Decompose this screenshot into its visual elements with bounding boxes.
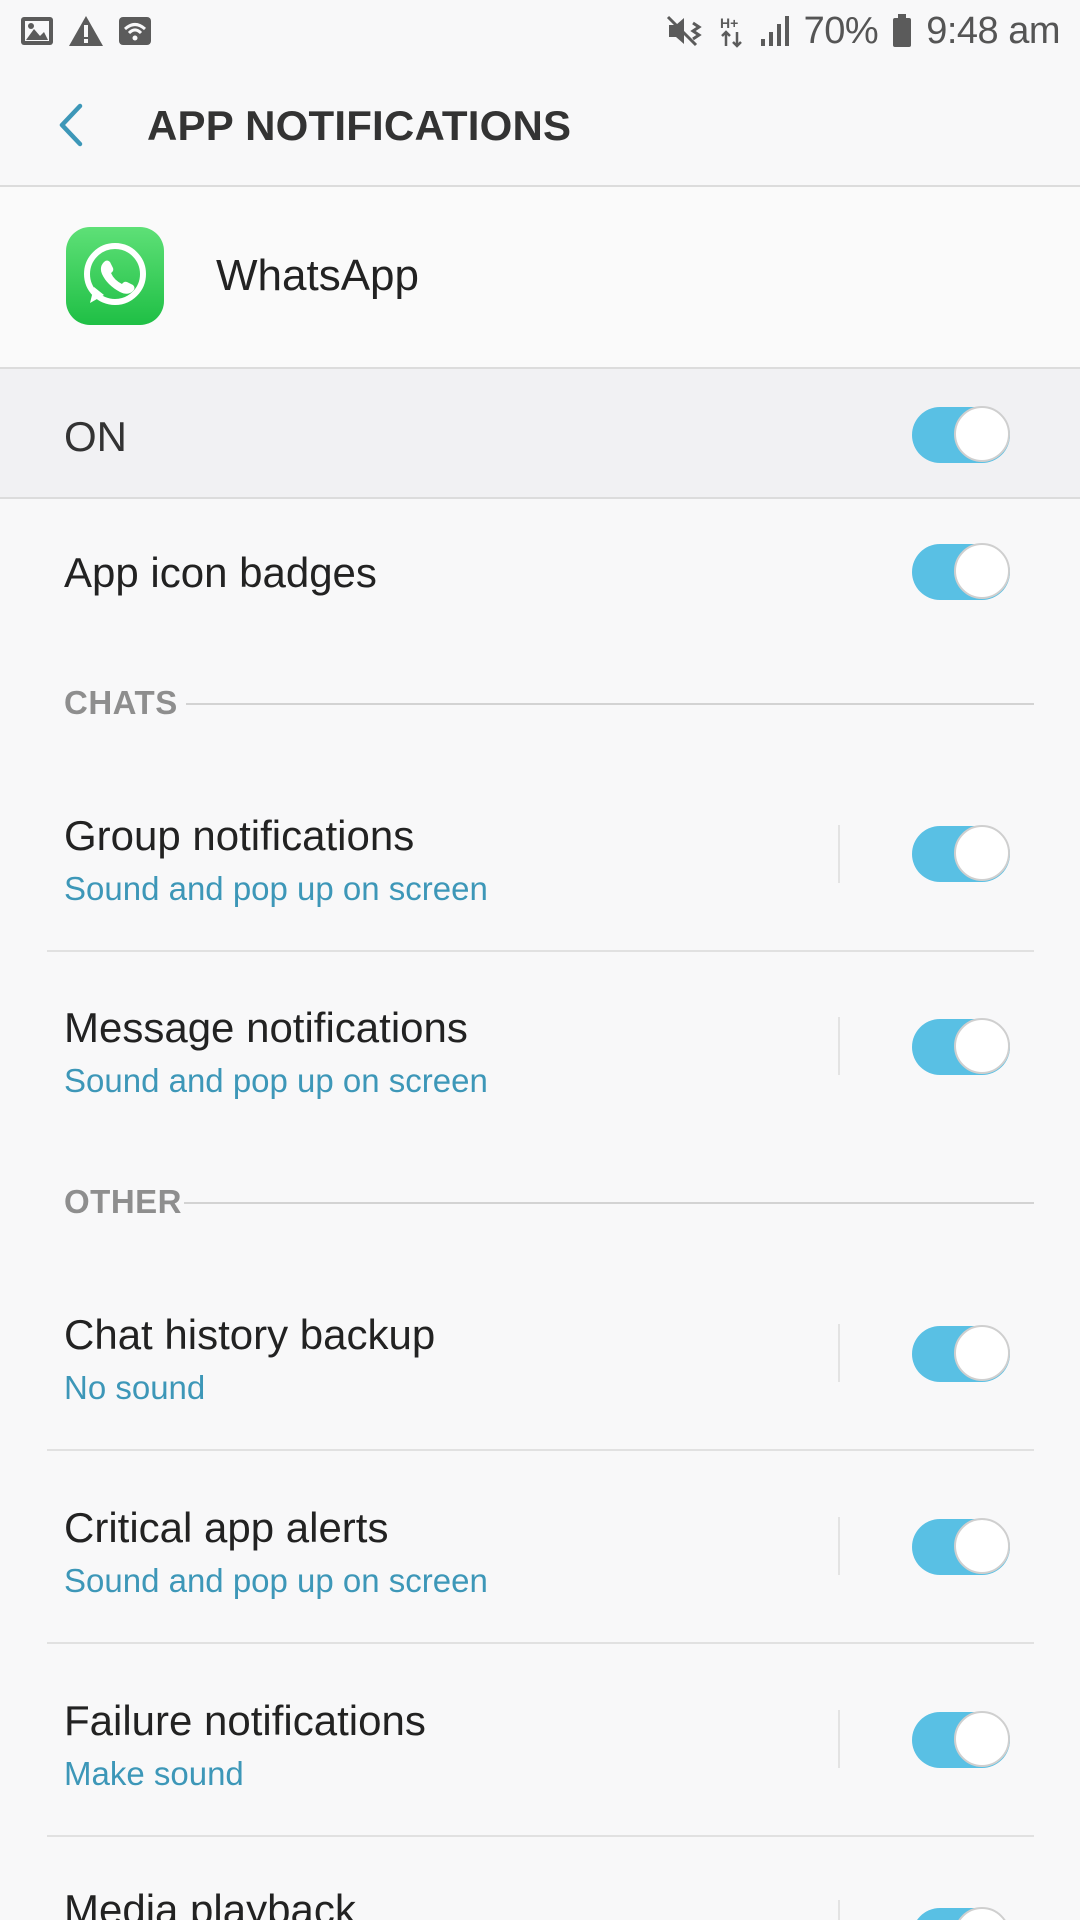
battery-percent: 70% (803, 9, 879, 52)
toggle-knob (954, 406, 1010, 462)
row-divider (47, 950, 1034, 952)
chat-history-backup-toggle[interactable] (912, 1325, 1010, 1382)
item-subtitle: Make sound (64, 1755, 244, 1792)
whatsapp-logo-icon (66, 227, 164, 325)
item-subtitle: Sound and pop up on screen (64, 1062, 488, 1099)
warning-icon (68, 15, 104, 47)
item-title: Message notifications (64, 1004, 468, 1051)
toggle-knob (954, 1018, 1010, 1074)
signal-icon (760, 15, 790, 47)
list-item-chat-history-backup[interactable]: Chat history backup No sound (0, 1279, 1080, 1449)
master-toggle-switch[interactable] (912, 406, 1010, 463)
item-subtitle: No sound (64, 1369, 206, 1406)
row-divider (47, 1835, 1034, 1837)
app-icon-badges-row[interactable]: App icon badges (0, 499, 1080, 629)
row-divider (47, 1642, 1034, 1644)
wifi-icon (118, 15, 152, 47)
app-icon-badges-label: App icon badges (64, 549, 377, 596)
list-item-critical-app-alerts[interactable]: Critical app alerts Sound and pop up on … (0, 1472, 1080, 1642)
hplus-data-icon: H+ (720, 14, 746, 48)
toggle-knob (954, 825, 1010, 881)
list-item-failure-notifications[interactable]: Failure notifications Make sound (0, 1665, 1080, 1835)
item-subtitle: Sound and pop up on screen (64, 870, 488, 907)
chevron-left-icon (48, 103, 98, 156)
vertical-separator (838, 1900, 840, 1920)
item-title: Group notifications (64, 812, 415, 859)
vertical-separator (838, 825, 840, 883)
critical-app-alerts-toggle[interactable] (912, 1518, 1010, 1575)
toggle-knob (954, 1325, 1010, 1381)
section-divider-line (184, 1202, 1034, 1204)
app-icon-badges-toggle[interactable] (912, 543, 1010, 600)
status-bar: H+ 70% 9:48 am (0, 0, 1080, 62)
vertical-separator (838, 1710, 840, 1768)
vertical-separator (838, 1517, 840, 1575)
list-item-media-playback[interactable]: Media playback (0, 1858, 1080, 1920)
list-item-group-notifications[interactable]: Group notifications Sound and pop up on … (0, 780, 1080, 950)
svg-text:H+: H+ (720, 15, 738, 31)
back-button[interactable] (48, 98, 98, 152)
item-title: Critical app alerts (64, 1504, 389, 1551)
group-notifications-toggle[interactable] (912, 825, 1010, 882)
item-subtitle: Sound and pop up on screen (64, 1562, 488, 1599)
vertical-separator (838, 1017, 840, 1075)
row-divider (47, 1449, 1034, 1451)
status-bar-right: H+ 70% 9:48 am (666, 10, 1060, 53)
app-info-row: WhatsApp (0, 187, 1080, 369)
message-notifications-toggle[interactable] (912, 1018, 1010, 1075)
app-bar: APP NOTIFICATIONS (0, 62, 1080, 187)
section-divider-line (186, 703, 1034, 705)
failure-notifications-toggle[interactable] (912, 1711, 1010, 1768)
clock: 9:48 am (926, 9, 1060, 52)
item-title: Failure notifications (64, 1697, 426, 1744)
status-bar-left (20, 15, 152, 47)
section-header-other: OTHER (64, 1183, 1034, 1223)
section-label: CHATS (64, 684, 178, 721)
toggle-knob (954, 543, 1010, 599)
toggle-knob (954, 1711, 1010, 1767)
item-title: Media playback (64, 1886, 356, 1920)
item-title: Chat history backup (64, 1311, 436, 1358)
toggle-knob (954, 1518, 1010, 1574)
section-label: OTHER (64, 1183, 182, 1220)
section-header-chats: CHATS (64, 684, 1034, 724)
battery-icon (892, 14, 912, 48)
media-playback-toggle[interactable] (912, 1907, 1010, 1920)
master-toggle-row[interactable]: ON (0, 369, 1080, 499)
master-toggle-label: ON (64, 413, 127, 460)
app-name: WhatsApp (216, 251, 419, 300)
page-title: APP NOTIFICATIONS (147, 102, 572, 149)
mute-vibrate-icon (666, 13, 706, 49)
vertical-separator (838, 1324, 840, 1382)
list-item-message-notifications[interactable]: Message notifications Sound and pop up o… (0, 972, 1080, 1142)
image-icon (20, 15, 54, 47)
